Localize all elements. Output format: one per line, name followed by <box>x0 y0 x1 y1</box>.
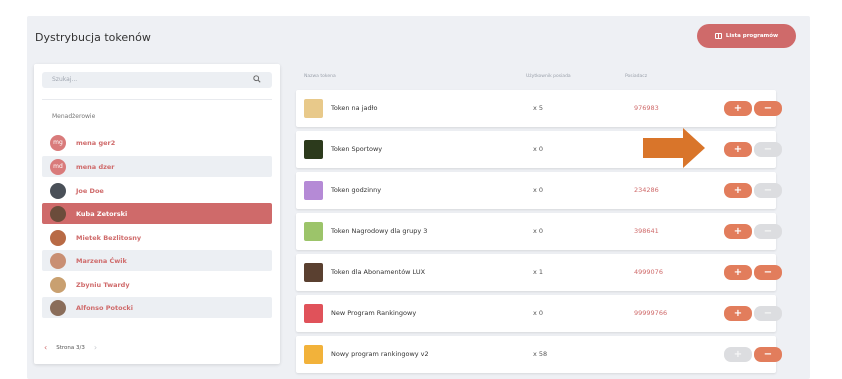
token-row: New Program Rankingowy x 0 99999766 + − <box>296 295 782 332</box>
list-icon <box>714 33 722 39</box>
airbnb-icon <box>304 304 323 323</box>
chevron-right-icon[interactable]: › <box>94 343 97 352</box>
token-row: Token dla Abonamentów LUX x 1 4999076 + − <box>296 254 782 291</box>
column-header-name: Nazwa tokena <box>304 74 336 79</box>
avatar: md <box>50 158 66 175</box>
token-name: New Program Rankingowy <box>331 309 417 317</box>
manager-item[interactable]: mg mena ger2 <box>42 132 272 153</box>
token-owner-id: 234286 <box>634 186 659 194</box>
page-title: Dystrybucja tokenów <box>35 31 151 44</box>
lux-icon <box>304 263 323 282</box>
token-user-count: x 1 <box>533 268 544 276</box>
sport-icon <box>304 140 323 159</box>
token-distribution-page: Dystrybucja tokenów Lista programów Szuk… <box>27 16 810 379</box>
token-owner-id: 398641 <box>634 227 659 235</box>
token-user-count: x 0 <box>533 227 544 235</box>
token-owner-id: 99999766 <box>634 309 668 317</box>
manager-name: Zbyniu Twardy <box>76 280 130 289</box>
avatar <box>50 182 66 199</box>
token-name: Token na jadło <box>331 104 378 112</box>
brain-icon <box>304 181 323 200</box>
globe-icon <box>304 222 323 241</box>
remove-token-button[interactable]: − <box>754 306 782 321</box>
managers-title: Menadżerowie <box>52 113 96 120</box>
manager-item[interactable]: Marzena Ćwik <box>42 250 272 271</box>
column-header-owners: Posiadacz <box>625 74 648 79</box>
remove-token-button[interactable]: − <box>754 101 782 116</box>
manager-item[interactable]: Joe Doe <box>42 180 272 201</box>
token-name: Token godzinny <box>331 186 382 194</box>
remove-token-button[interactable]: − <box>754 183 782 198</box>
program-list-button[interactable]: Lista programów <box>697 24 796 48</box>
manager-name: mena ger2 <box>76 138 116 147</box>
add-token-button[interactable]: + <box>724 224 752 239</box>
add-token-button[interactable]: + <box>724 101 752 116</box>
token-owner-id: 4999076 <box>634 268 663 276</box>
manager-name: Mietek Bezlitosny <box>76 233 142 242</box>
manager-item[interactable]: Alfonso Potocki <box>42 297 272 318</box>
food-icon <box>304 99 323 118</box>
remove-token-button[interactable]: − <box>754 224 782 239</box>
avatar: mg <box>50 134 66 151</box>
chevron-left-icon[interactable]: ‹ <box>44 343 47 352</box>
token-row: Nowy program rankingowy v2 x 58 + − <box>296 336 782 373</box>
add-token-button[interactable]: + <box>724 306 752 321</box>
token-user-count: x 0 <box>533 145 544 153</box>
divider <box>42 99 272 100</box>
avatar <box>50 205 66 222</box>
manager-name: Alfonso Potocki <box>76 303 133 312</box>
manager-name: mena dzer <box>76 162 115 171</box>
avatar <box>50 229 66 246</box>
token-user-count: x 0 <box>533 186 544 194</box>
manager-name: Joe Doe <box>76 186 104 195</box>
manager-item[interactable]: Mietek Bezlitosny <box>42 227 272 248</box>
token-user-count: x 5 <box>533 104 544 112</box>
manager-item[interactable]: md mena dzer <box>42 156 272 177</box>
token-user-count: x 58 <box>533 350 548 358</box>
avatar <box>50 299 66 316</box>
program-list-label: Lista programów <box>725 33 779 39</box>
page-indicator: Strona 3/3 <box>56 344 85 351</box>
search-icon[interactable] <box>253 75 261 83</box>
manager-item-selected[interactable]: Kuba Zetorski <box>42 203 272 224</box>
remove-token-button[interactable]: − <box>754 142 782 157</box>
managers-panel: Szukaj... Menadżerowie mg mena ger2 md m… <box>34 64 280 364</box>
add-token-button[interactable]: + <box>724 183 752 198</box>
manager-name: Marzena Ćwik <box>76 256 127 265</box>
token-owner-id: 976983 <box>634 104 659 112</box>
avatar <box>50 252 66 269</box>
remove-token-button[interactable]: − <box>754 347 782 362</box>
add-token-button[interactable]: + <box>724 347 752 362</box>
token-user-count: x 0 <box>533 309 544 317</box>
search-input[interactable]: Szukaj... <box>42 72 272 88</box>
token-name: Nowy program rankingowy v2 <box>331 350 429 358</box>
token-name: Token Sportowy <box>331 145 383 153</box>
token-row: Token godzinny x 0 234286 + − <box>296 172 782 209</box>
pizza-icon <box>304 345 323 364</box>
manager-item[interactable]: Zbyniu Twardy <box>42 274 272 295</box>
remove-token-button[interactable]: − <box>754 265 782 280</box>
avatar <box>50 276 66 293</box>
arrow-indicator-icon <box>643 128 705 168</box>
search-placeholder: Szukaj... <box>52 76 78 83</box>
add-token-button[interactable]: + <box>724 142 752 157</box>
token-row: Token Nagrodowy dla grupy 3 x 0 398641 + − <box>296 213 782 250</box>
column-header-users: Użytkownik posiada <box>526 74 571 79</box>
token-name: Token dla Abonamentów LUX <box>331 268 426 276</box>
token-name: Token Nagrodowy dla grupy 3 <box>331 227 428 235</box>
token-row: Token na jadło x 5 976983 + − <box>296 90 782 127</box>
pagination: ‹ Strona 3/3 › <box>44 343 97 352</box>
add-token-button[interactable]: + <box>724 265 752 280</box>
manager-name: Kuba Zetorski <box>76 209 128 218</box>
